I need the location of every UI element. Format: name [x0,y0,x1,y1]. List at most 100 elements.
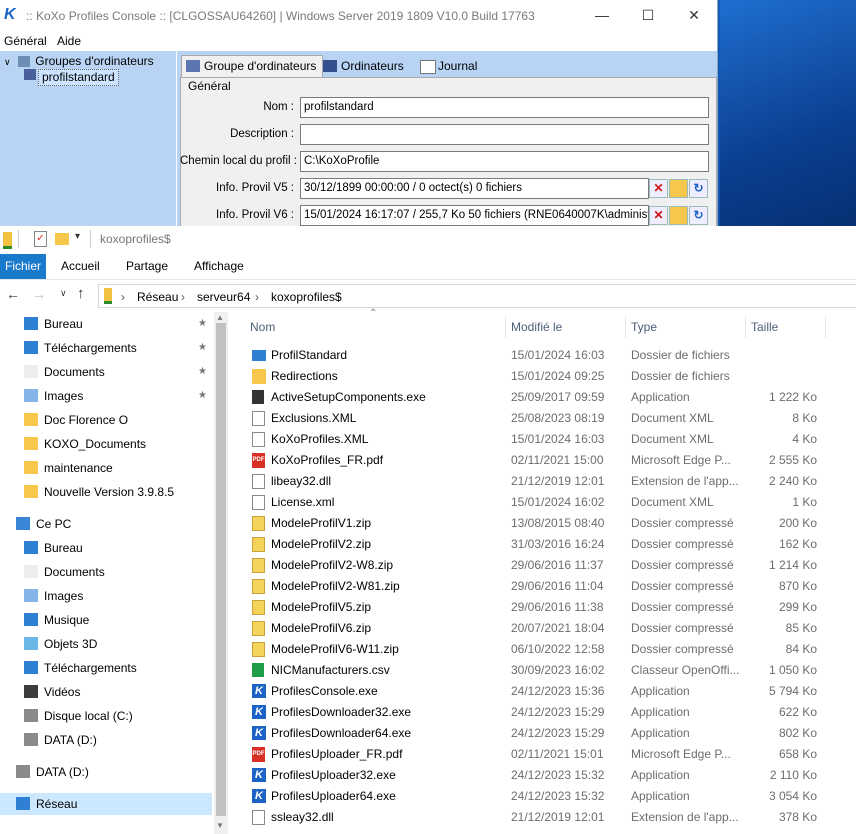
nav-quick-item[interactable]: Images ★ [0,385,212,407]
file-row[interactable]: NICManufacturers.csv 30/09/2023 16:02 Clas… [228,660,856,681]
file-row[interactable]: KoXoProfiles.XML 15/01/2024 16:03 Document… [228,429,856,450]
file-row[interactable]: ModeleProfilV1.zip 13/08/2015 08:40 Dossie… [228,513,856,534]
breadcrumb-koxoprofiles[interactable]: koxoprofiles$ [271,290,342,304]
delete-icon[interactable]: ✕ [649,179,668,198]
file-row[interactable]: K ProfilesUploader32.exe 24/12/2023 15:32 A… [228,765,856,786]
file-name: KoXoProfiles.XML [271,432,369,446]
column-divider[interactable] [745,316,746,338]
back-arrow-icon[interactable]: ← [6,286,20,302]
tab-accueil[interactable]: Accueil [61,254,100,279]
column-modifie[interactable]: Modifié le [511,312,562,342]
file-row[interactable]: PDF ProfilesUploader_FR.pdf 02/11/2021 15:… [228,744,856,765]
nav-pc-item[interactable]: Musique [0,609,212,631]
nav-data-drive[interactable]: DATA (D:) [0,761,212,783]
menu-aide[interactable]: Aide [57,34,81,48]
folder-icon[interactable] [669,179,688,198]
nav-quick-item[interactable]: Nouvelle Version 3.9.8.5 [0,481,212,503]
breadcrumb-reseau[interactable]: Réseau [137,290,178,304]
delete-icon[interactable]: ✕ [649,206,668,225]
file-row[interactable]: ModeleProfilV6-W11.zip 06/10/2022 12:58 Do… [228,639,856,660]
nav-quick-item[interactable]: KOXO_Documents [0,433,212,455]
file-row[interactable]: ModeleProfilV2-W8.zip 29/06/2016 11:37 Dos… [228,555,856,576]
file-date: 24/12/2023 15:29 [511,726,605,740]
file-row[interactable]: ModeleProfilV2-W81.zip 29/06/2016 11:04 Do… [228,576,856,597]
column-divider[interactable] [625,316,626,338]
nav-pc-item[interactable]: Documents [0,561,212,583]
nav-quick-item[interactable]: Documents ★ [0,361,212,383]
file-row[interactable]: PDF KoXoProfiles_FR.pdf 02/11/2021 15:00 Mi… [228,450,856,471]
file-row[interactable]: K ProfilesConsole.exe 24/12/2023 15:36 Appl… [228,681,856,702]
chevron-down-icon[interactable]: ∨ [4,57,11,67]
folder-icon[interactable] [669,206,688,225]
pin-icon[interactable]: ★ [198,337,207,359]
menu-general[interactable]: Général [4,34,47,48]
breadcrumb-serveur64[interactable]: serveur64 [197,290,250,304]
nav-pc-item[interactable]: Bureau [0,537,212,559]
file-row[interactable]: ModeleProfilV2.zip 31/03/2016 16:24 Dossie… [228,534,856,555]
forward-arrow-icon[interactable]: → [32,286,46,302]
file-row[interactable]: libeay32.dll 21/12/2019 12:01 Extension de… [228,471,856,492]
nav-ce-pc[interactable]: Ce PC [0,513,212,535]
file-row[interactable]: ActiveSetupComponents.exe 25/09/2017 09:5… [228,387,856,408]
maximize-button[interactable]: ☐ [625,0,671,31]
desktop-icon [24,317,38,330]
nav-reseau[interactable]: Réseau [0,793,212,815]
file-row[interactable]: Exclusions.XML 25/08/2023 08:19 Document X… [228,408,856,429]
nav-pc-item[interactable]: Vidéos [0,681,212,703]
nav-pc-item[interactable]: Objets 3D [0,633,212,655]
nav-quick-item[interactable]: maintenance [0,457,212,479]
column-divider[interactable] [825,316,826,338]
tree-item-profilstandard[interactable]: profilstandard [38,69,119,86]
customize-toolbar-icon[interactable]: ▾ [75,231,80,242]
new-folder-icon[interactable] [55,233,69,245]
file-row[interactable]: License.xml 15/01/2024 16:02 Document XML 1… [228,492,856,513]
nav-scrollbar-thumb[interactable] [216,323,226,816]
file-row[interactable]: ProfilStandard 15/01/2024 16:03 Dossier de… [228,345,856,366]
nav-pc-item[interactable]: Disque local (C:) [0,705,212,727]
up-arrow-icon[interactable]: ↑ [77,285,85,302]
file-row[interactable]: K ProfilesDownloader64.exe 24/12/2023 15:2… [228,723,856,744]
pin-icon[interactable]: ★ [198,361,207,383]
chemin-local-field[interactable]: C:\KoXoProfile [300,151,709,172]
nav-quick-item[interactable]: Doc Florence O [0,409,212,431]
column-nom[interactable]: Nom [250,312,275,342]
tab-groupe-ordinateurs[interactable]: Groupe d'ordinateurs [181,55,324,79]
description-field[interactable] [300,124,709,145]
refresh-icon[interactable]: ↻ [689,206,708,225]
file-row[interactable]: ModeleProfilV6.zip 20/07/2021 18:04 Dossie… [228,618,856,639]
file-row[interactable]: K ProfilesUploader64.exe 24/12/2023 15:32 A… [228,786,856,807]
zip-icon [252,642,265,657]
breadcrumb-separator-icon: › [181,290,185,304]
tab-affichage[interactable]: Affichage [194,254,244,279]
properties-icon[interactable]: ✓ [34,231,47,247]
nav-quick-item[interactable]: Téléchargements ★ [0,337,212,359]
nom-field[interactable]: profilstandard [300,97,709,118]
file-type: Dossier compressé [631,516,734,530]
tab-ordinateurs[interactable]: Ordinateurs [319,56,410,77]
column-taille[interactable]: Taille [751,312,778,342]
nav-pc-item[interactable]: Images [0,585,212,607]
nav-quick-item[interactable]: Bureau ★ [0,313,212,335]
column-type[interactable]: Type [631,312,657,342]
file-row[interactable]: Redirections 15/01/2024 09:25 Dossier de f… [228,366,856,387]
file-row[interactable]: ssleay32.dll 21/12/2019 12:01 Extension de… [228,807,856,828]
refresh-icon[interactable]: ↻ [689,179,708,198]
pin-icon[interactable]: ★ [198,385,207,407]
nav-pc-item[interactable]: DATA (D:) [0,729,212,751]
doc-icon [252,495,265,510]
recent-locations-icon[interactable]: ∨ [60,288,67,299]
scroll-down-icon[interactable]: ▼ [216,821,224,830]
tab-journal[interactable]: Journal [416,56,483,77]
column-divider[interactable] [505,316,506,338]
tree-root[interactable]: ∨ Groupes d'ordinateurs [4,54,154,68]
pin-icon[interactable]: ★ [198,313,207,335]
address-bar[interactable]: › Réseau › serveur64 › koxoprofiles$ [98,284,856,308]
minimize-button[interactable]: — [579,0,625,31]
file-row[interactable]: ModeleProfilV5.zip 29/06/2016 11:38 Dossie… [228,597,856,618]
close-button[interactable]: ✕ [671,0,717,31]
tab-partage[interactable]: Partage [126,254,168,279]
scroll-up-icon[interactable]: ▲ [216,313,224,322]
nav-pc-item[interactable]: Téléchargements [0,657,212,679]
tab-fichier[interactable]: Fichier [0,254,46,279]
file-row[interactable]: K ProfilesDownloader32.exe 24/12/2023 15:2… [228,702,856,723]
